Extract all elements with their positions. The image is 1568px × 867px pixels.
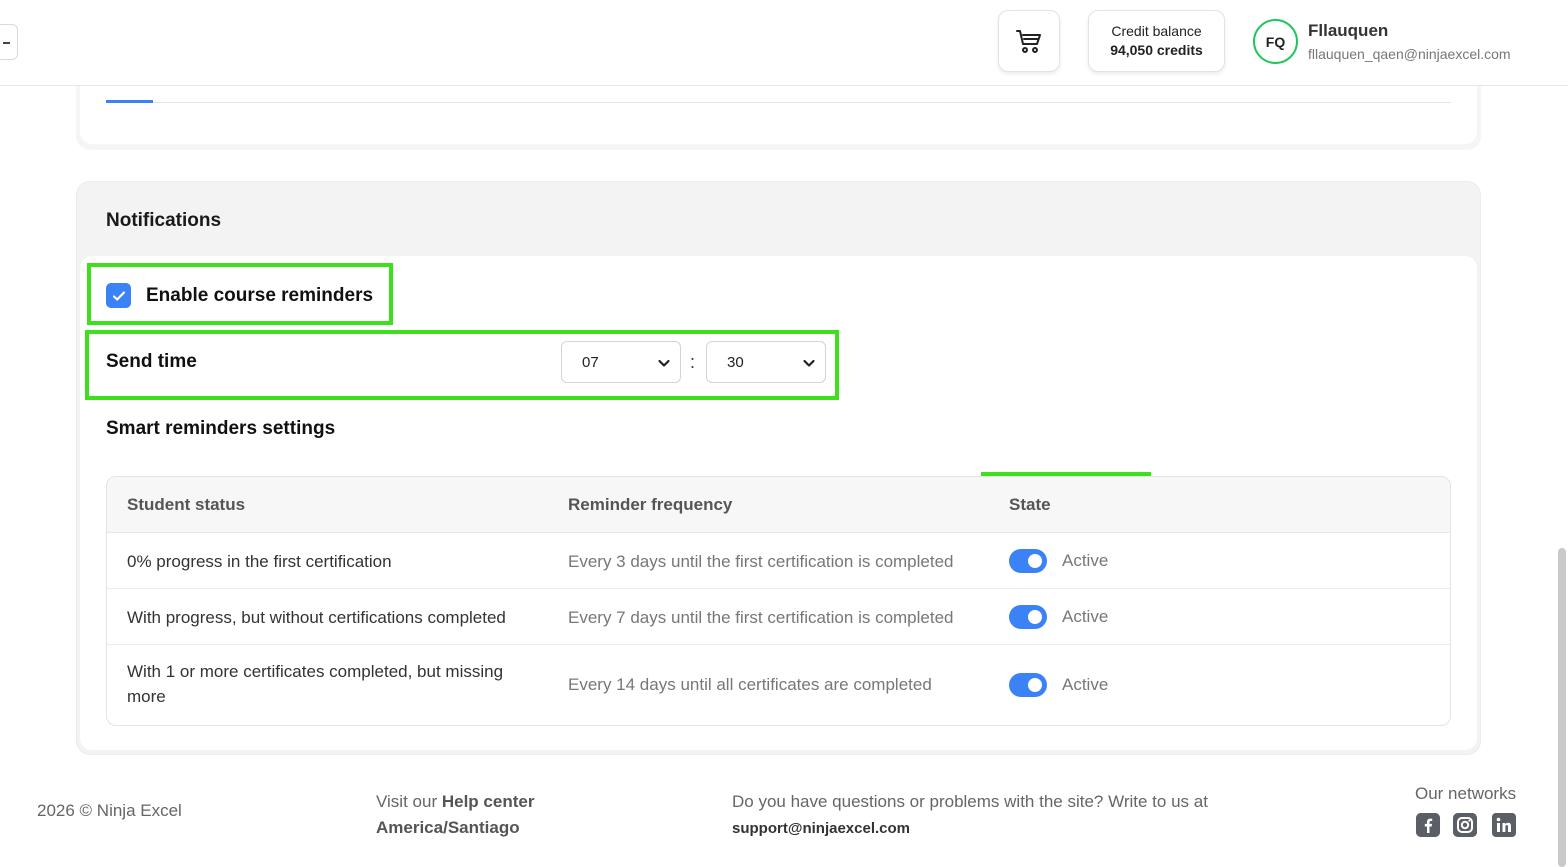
row-frequency: Every 14 days until all certificates are… [568, 675, 932, 694]
help-center-link[interactable]: Help center [442, 792, 535, 811]
credit-balance-box[interactable]: Credit balance 94,050 credits [1088, 10, 1225, 72]
linkedin-icon[interactable] [1492, 813, 1516, 837]
tabs-divider [106, 102, 1451, 103]
chevron-down-icon [803, 359, 815, 367]
footer-contact: Do you have questions or problems with t… [732, 789, 1208, 842]
menu-toggle-button[interactable] [0, 24, 18, 60]
top-header: Credit balance 94,050 credits FQ Fllauqu… [0, 0, 1568, 86]
credit-label: Credit balance [1111, 23, 1202, 39]
networks-label: Our networks [1415, 784, 1517, 803]
table-row: 0% progress in the first certification E… [107, 533, 1450, 589]
facebook-icon[interactable] [1416, 813, 1440, 837]
table-header: Student status Reminder frequency State [107, 477, 1450, 533]
row-status: With progress, but without certification… [127, 608, 506, 627]
header-state: State [1009, 495, 1051, 514]
row-status: With 1 or more certificates completed, b… [127, 662, 504, 706]
enable-reminders-checkbox[interactable] [106, 283, 131, 308]
row-frequency: Every 7 days until the first certificati… [568, 608, 954, 627]
instagram-icon[interactable] [1453, 813, 1477, 837]
footer-help: Visit our Help center America/Santiago [376, 789, 534, 841]
user-email: fllauquen_qaen@ninjaexcel.com [1308, 46, 1511, 62]
footer-timezone: America/Santiago [376, 818, 520, 837]
minute-value: 30 [727, 353, 744, 371]
send-time-label: Send time [106, 351, 197, 372]
state-label: Active [1062, 607, 1109, 626]
notifications-title: Notifications [106, 210, 222, 231]
cart-icon [1016, 30, 1041, 53]
page-scrollbar[interactable] [1558, 548, 1566, 867]
row-status: 0% progress in the first certification [127, 552, 392, 571]
avatar[interactable]: FQ [1253, 19, 1298, 64]
contact-question: Do you have questions or problems with t… [732, 792, 1208, 811]
header-student-status: Student status [127, 495, 246, 514]
menu-icon [3, 42, 10, 44]
state-toggle[interactable] [1009, 549, 1047, 573]
enable-reminders-label[interactable]: Enable course reminders [146, 285, 373, 307]
user-name: Fllauquen [1308, 21, 1389, 40]
minute-select[interactable]: 30 [706, 341, 826, 383]
row-frequency: Every 3 days until the first certificati… [568, 552, 954, 571]
footer-copyright: 2026 © Ninja Excel [37, 801, 182, 820]
state-toggle[interactable] [1009, 673, 1047, 697]
table-row: With 1 or more certificates completed, b… [107, 645, 1450, 725]
state-label: Active [1062, 675, 1109, 694]
checkmark-icon [112, 290, 125, 301]
chevron-down-icon [658, 359, 670, 367]
smart-reminders-table: Student status Reminder frequency State … [106, 476, 1451, 726]
state-label: Active [1062, 551, 1109, 570]
credit-value: 94,050 credits [1110, 42, 1203, 58]
hour-value: 07 [582, 353, 599, 371]
hour-select[interactable]: 07 [561, 341, 681, 383]
cart-button[interactable] [998, 10, 1060, 72]
table-row: With progress, but without certification… [107, 589, 1450, 645]
smart-reminders-title: Smart reminders settings [106, 418, 336, 439]
tab-active-indicator [106, 100, 153, 103]
state-toggle[interactable] [1009, 605, 1047, 629]
support-email-link[interactable]: support@ninjaexcel.com [732, 820, 910, 837]
help-prefix: Visit our [376, 792, 438, 811]
time-separator: : [690, 352, 696, 372]
header-reminder-frequency: Reminder frequency [568, 495, 733, 514]
